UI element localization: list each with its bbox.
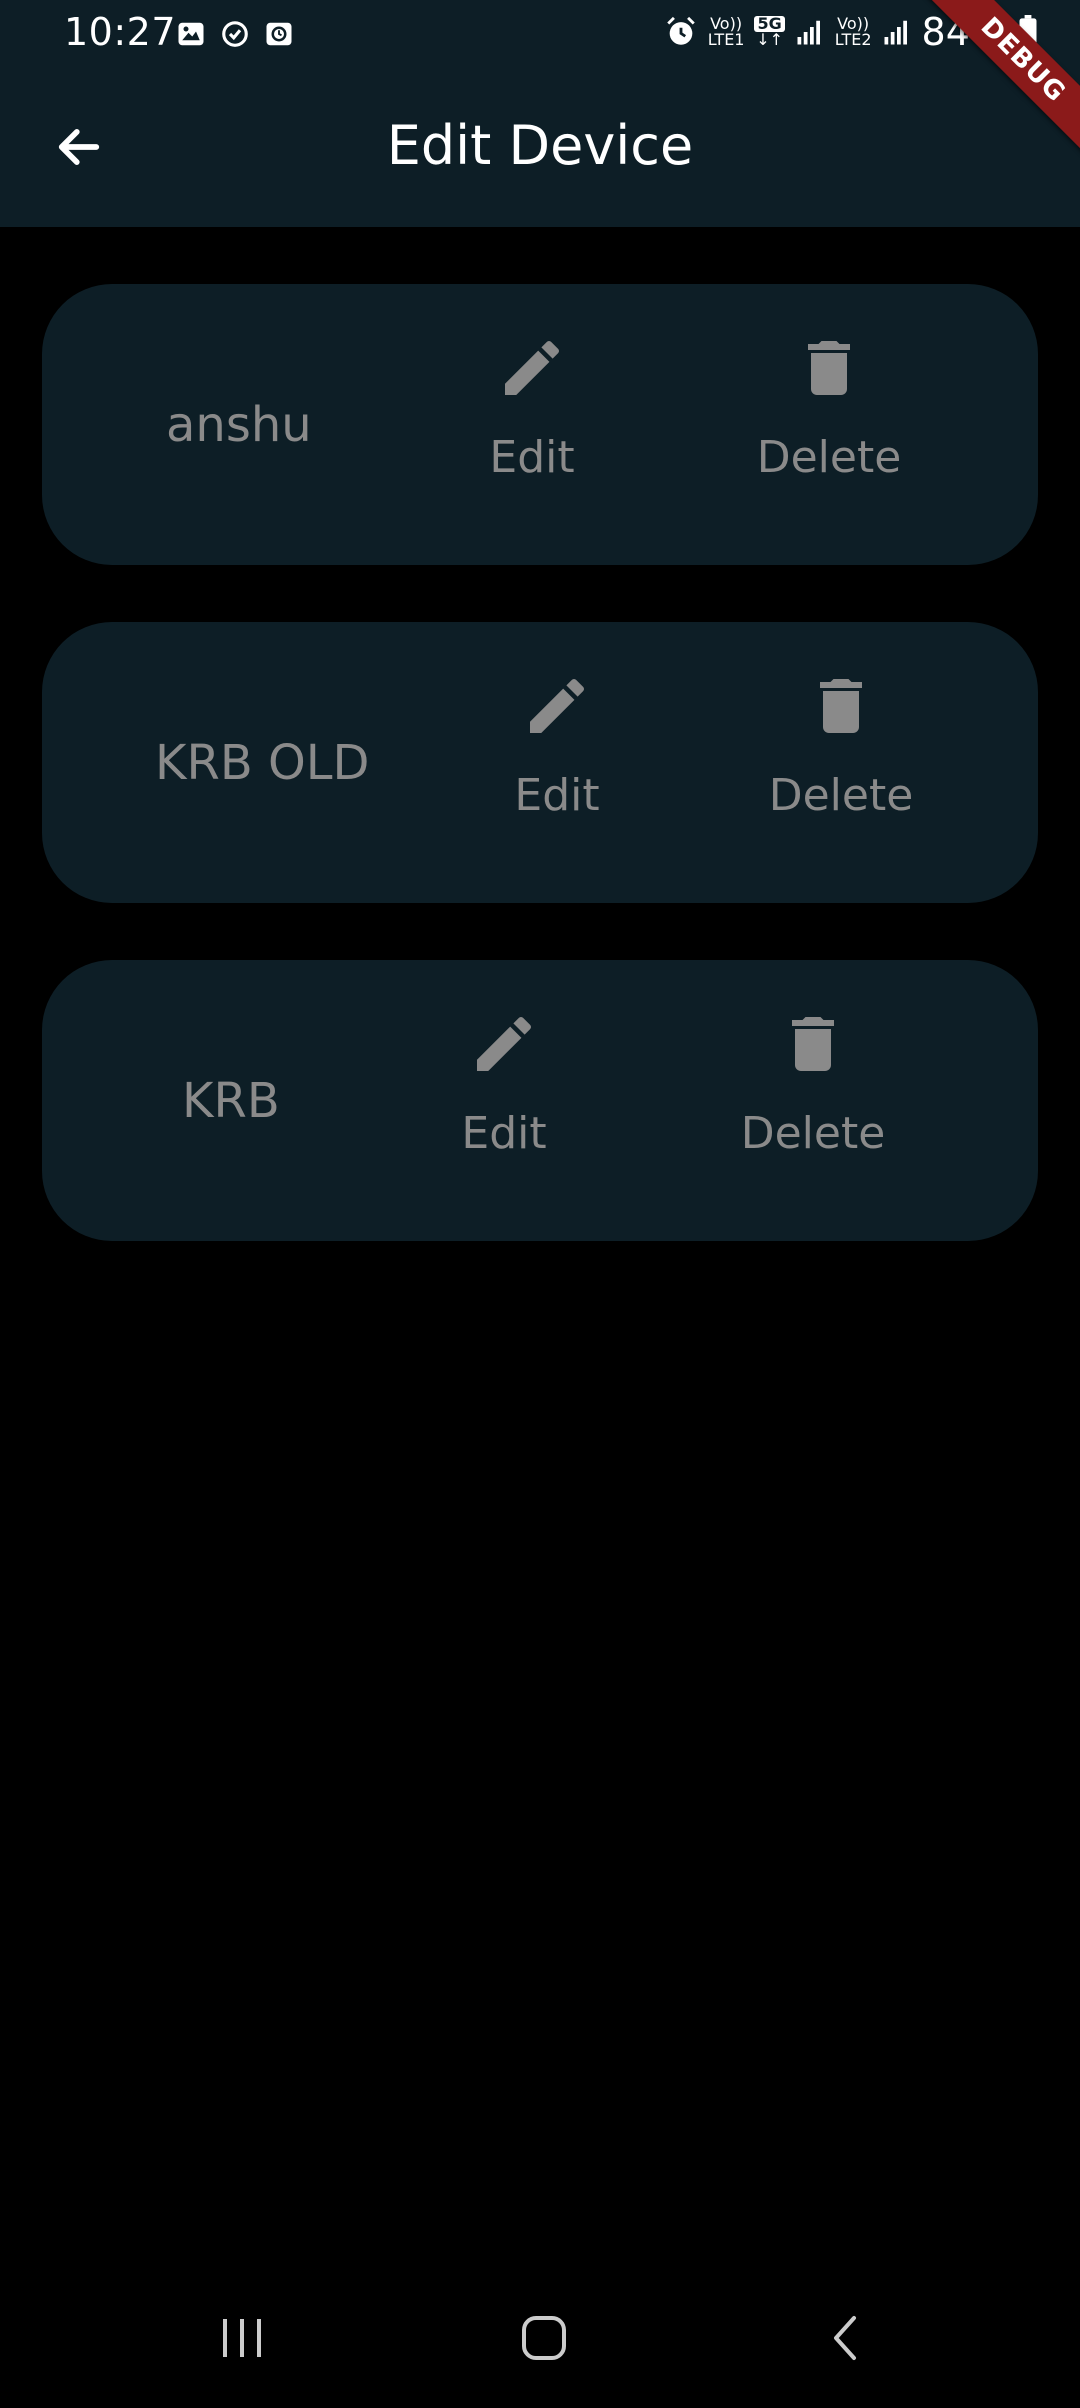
delete-label: Delete [768,770,914,821]
edit-button[interactable]: Edit [449,1008,559,1159]
device-list: anshu Edit Delete KRB OLD Edit Delete KR… [42,284,1038,1298]
delete-button[interactable]: Delete [754,332,904,483]
system-nav-bar [0,2268,1080,2408]
edit-button[interactable]: Edit [502,670,612,821]
network-badge: 5G ↓↑ [754,14,785,49]
status-bar: 10:27 Vo)) LTE1 5G ↓↑ Vo)) LTE2 [0,0,1080,68]
sim2-label: Vo)) LTE2 [834,14,872,49]
edit-button[interactable]: Edit [477,332,587,483]
device-card: anshu Edit Delete [42,284,1038,565]
status-time: 10:27 [64,10,177,54]
delete-label: Delete [740,1108,886,1159]
delete-label: Delete [756,432,902,483]
status-notification-icons [176,18,294,50]
home-icon [522,2316,566,2360]
nav-back-button[interactable] [806,2308,886,2368]
edit-label: Edit [489,432,575,483]
signal-icon [797,20,820,45]
device-card: KRB Edit Delete [42,960,1038,1241]
delete-button[interactable]: Delete [738,1008,888,1159]
app-bar: Edit Device [0,68,1080,227]
recent-apps-button[interactable] [202,2308,282,2368]
alarm-icon [666,16,695,45]
home-button[interactable] [504,2308,584,2368]
recent-apps-icon [223,2319,261,2357]
back-icon [834,2316,856,2360]
trash-icon [820,679,862,733]
trash-icon [792,1017,834,1071]
edit-label: Edit [461,1108,547,1159]
pencil-icon [477,1016,532,1071]
page-title: Edit Device [386,114,694,177]
device-name: anshu [166,396,312,453]
signal-icon [884,20,907,45]
pencil-icon [505,340,560,395]
pencil-icon [530,678,585,733]
trash-icon [808,341,850,395]
sim1-label: Vo)) LTE1 [707,14,745,49]
sync-icon [222,21,248,47]
edit-label: Edit [514,770,600,821]
device-name: KRB [182,1072,280,1129]
delete-button[interactable]: Delete [766,670,916,821]
image-icon [178,22,204,46]
device-name: KRB OLD [155,734,370,791]
device-card: KRB OLD Edit Delete [42,622,1038,903]
clock-app-icon [266,22,292,46]
